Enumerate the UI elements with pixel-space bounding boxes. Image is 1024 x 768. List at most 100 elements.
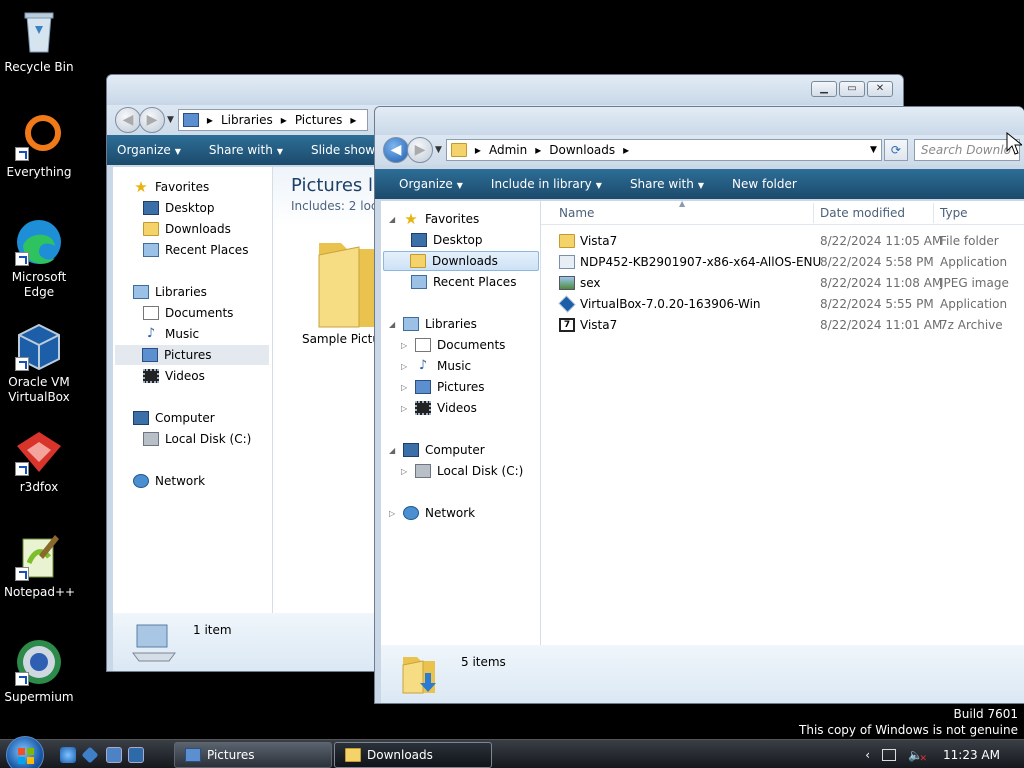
desktop-icon-supermium[interactable]: Supermium xyxy=(4,638,74,705)
desktop-icon-recycle-bin[interactable]: Recycle Bin xyxy=(4,8,74,75)
recent-pages-dropdown-icon[interactable]: ▼ xyxy=(435,145,442,155)
computer-icon xyxy=(403,443,419,457)
back-button[interactable]: ◀ xyxy=(383,137,409,163)
mouse-cursor-icon xyxy=(1006,132,1022,155)
nav-computer[interactable]: Computer xyxy=(133,408,215,428)
organize-menu[interactable]: Organize ▼ xyxy=(117,143,181,157)
nav-desktop[interactable]: Desktop xyxy=(411,230,483,250)
supermium-icon xyxy=(15,638,63,686)
nav-pictures[interactable]: ▷ Pictures xyxy=(401,377,485,397)
library-includes[interactable]: Includes: 2 loca xyxy=(291,199,385,213)
network-status-icon[interactable] xyxy=(882,748,897,761)
slide-show-button[interactable]: Slide show xyxy=(311,143,375,157)
network-icon xyxy=(133,474,149,488)
downloads-window[interactable]: ◀ ▶ ▼ ▸ Admin ▸ Downloads ▸ ▼ ⟳ Search D… xyxy=(374,106,1024,704)
volume-muted-icon[interactable]: 🔈 ✕ xyxy=(908,748,927,764)
breadcrumb-separator-icon: ▸ xyxy=(206,113,213,127)
nav-downloads[interactable]: Downloads xyxy=(383,251,539,271)
desktop-icon-microsoft-edge[interactable]: Microsoft Edge xyxy=(4,218,74,300)
include-in-library-menu[interactable]: Include in library ▼ xyxy=(491,177,602,191)
nav-videos[interactable]: Videos xyxy=(143,366,205,386)
breadcrumb-admin[interactable]: Admin xyxy=(489,143,527,157)
downloads-address-bar[interactable]: ▸ Admin ▸ Downloads ▸ ▼ xyxy=(445,139,882,161)
music-icon: ♪ xyxy=(146,326,156,341)
refresh-icon[interactable]: ⟳ xyxy=(883,139,908,161)
taskbar-button-downloads[interactable]: Downloads xyxy=(334,742,492,768)
computer-icon xyxy=(133,411,149,425)
forward-button[interactable]: ▶ xyxy=(139,107,165,133)
desktop-icon-r3dfox[interactable]: r3dfox xyxy=(4,428,74,495)
nav-documents[interactable]: Documents xyxy=(143,303,233,323)
breadcrumb-libraries[interactable]: Libraries xyxy=(221,113,273,127)
search-input[interactable]: Search Downlo xyxy=(913,139,1020,161)
chevron-down-icon: ▼ xyxy=(276,147,283,156)
nav-favorites[interactable]: ◢ ★ Favorites xyxy=(389,209,479,229)
nav-recent-places[interactable]: Recent Places xyxy=(411,272,516,292)
ie-quicklaunch-icon[interactable] xyxy=(60,747,76,763)
nav-pictures[interactable]: Pictures xyxy=(115,345,269,365)
show-hidden-icons-chevron-icon[interactable]: ‹ xyxy=(865,748,870,762)
column-date-modified[interactable]: Date modified xyxy=(820,206,905,220)
taskbar-button-pictures[interactable]: Pictures xyxy=(174,742,332,768)
close-button[interactable]: ✕ xyxy=(867,81,893,97)
minimize-button[interactable]: ▁ xyxy=(811,81,837,97)
file-row[interactable]: 7 Vista7 8/22/2024 11:01 AM 7z Archive xyxy=(559,315,1003,335)
share-with-menu[interactable]: Share with ▼ xyxy=(209,143,283,157)
desktop-icon-notepadpp[interactable]: Notepad++ xyxy=(4,533,75,600)
shortcut-arrow-icon xyxy=(15,147,29,161)
column-name[interactable]: Name xyxy=(559,206,594,220)
pictures-address-bar[interactable]: ▸ Libraries ▸ Pictures ▸ xyxy=(177,109,368,131)
downloads-folder-icon xyxy=(402,657,436,694)
desktop-icon-everything[interactable]: Everything xyxy=(4,113,74,180)
maximize-button[interactable]: ▭ xyxy=(839,81,865,97)
nav-recent-places[interactable]: Recent Places xyxy=(143,240,248,260)
breadcrumb-separator-icon: ▸ xyxy=(535,143,542,157)
clock[interactable]: 11:23 AM xyxy=(943,748,1000,762)
breadcrumb-downloads[interactable]: Downloads xyxy=(549,143,615,157)
folder-icon xyxy=(318,243,375,328)
nav-documents[interactable]: ▷ Documents xyxy=(401,335,505,355)
share-with-menu[interactable]: Share with ▼ xyxy=(630,177,704,191)
nav-downloads[interactable]: Downloads xyxy=(143,219,231,239)
file-row[interactable]: VirtualBox-7.0.20-163906-Win 8/22/2024 5… xyxy=(558,294,1007,314)
collapsed-arrow-icon: ▷ xyxy=(401,466,408,476)
nav-music[interactable]: ▷ ♪ Music xyxy=(401,356,471,376)
nav-network[interactable]: Network xyxy=(133,471,205,491)
archive-icon: 7 xyxy=(559,318,575,332)
collapsed-arrow-icon: ▷ xyxy=(401,361,408,371)
nav-libraries[interactable]: Libraries xyxy=(133,282,207,302)
organize-menu[interactable]: Organize ▼ xyxy=(399,177,463,191)
file-row[interactable]: Vista7 8/22/2024 11:05 AM File folder xyxy=(559,231,999,251)
breadcrumb-pictures[interactable]: Pictures xyxy=(295,113,343,127)
new-folder-button[interactable]: New folder xyxy=(732,177,797,191)
desktop-icon-virtualbox[interactable]: Oracle VM VirtualBox xyxy=(4,323,74,405)
address-history-dropdown-icon[interactable]: ▼ xyxy=(870,145,877,155)
recent-pages-dropdown-icon[interactable]: ▼ xyxy=(167,115,174,125)
nav-computer[interactable]: ◢ Computer xyxy=(389,440,485,460)
nav-videos[interactable]: ▷ Videos xyxy=(401,398,477,418)
show-desktop-quicklaunch-icon[interactable] xyxy=(106,747,122,763)
shortcut-arrow-icon xyxy=(15,462,29,476)
nav-libraries[interactable]: ◢ Libraries xyxy=(389,314,477,334)
nav-music[interactable]: ♪ Music xyxy=(143,324,199,344)
back-button[interactable]: ◀ xyxy=(115,107,141,133)
nav-favorites[interactable]: ★ Favorites xyxy=(133,177,209,197)
file-row[interactable]: sex 8/22/2024 11:08 AM JPEG image xyxy=(559,273,1009,293)
downloads-titlebar[interactable] xyxy=(375,107,1024,137)
file-row[interactable]: NDP452-KB2901907-x86-x64-AllOS-ENU 8/22/… xyxy=(559,252,1007,272)
nav-desktop[interactable]: Desktop xyxy=(143,198,215,218)
nav-network[interactable]: ▷ Network xyxy=(389,503,475,523)
collapsed-arrow-icon: ▷ xyxy=(389,508,396,518)
nav-local-disk[interactable]: Local Disk (C:) xyxy=(143,429,251,449)
breadcrumb-separator-icon: ▸ xyxy=(280,113,287,127)
pictures-titlebar[interactable] xyxy=(107,75,903,105)
pictures-window-controls: ▁ ▭ ✕ xyxy=(811,81,893,97)
column-type[interactable]: Type xyxy=(940,206,968,220)
nav-local-disk[interactable]: ▷ Local Disk (C:) xyxy=(401,461,523,481)
switch-windows-quicklaunch-icon[interactable] xyxy=(128,747,144,763)
virtualbox-quicklaunch-icon[interactable] xyxy=(81,746,99,764)
column-headers: Name ▲ Date modified Type xyxy=(541,199,1024,225)
forward-button[interactable]: ▶ xyxy=(407,137,433,163)
music-icon: ♪ xyxy=(418,358,428,373)
start-button[interactable] xyxy=(6,736,44,768)
